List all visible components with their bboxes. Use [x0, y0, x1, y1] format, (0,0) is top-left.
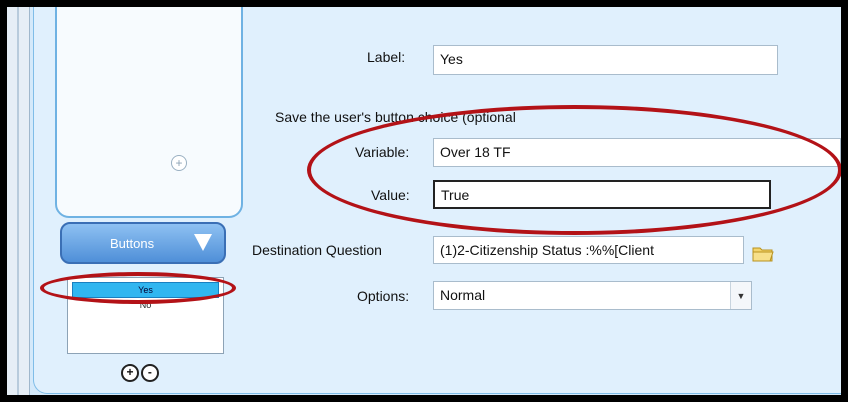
add-button[interactable]: +: [121, 364, 139, 382]
dropdown-arrow-icon[interactable]: ▼: [730, 282, 751, 309]
editor-frame: + Buttons Yes No + - Label: Yes Save the…: [7, 7, 841, 395]
destination-caption: Destination Question: [252, 242, 382, 258]
folder-icon[interactable]: [752, 245, 774, 263]
options-caption: Options:: [357, 288, 410, 304]
highlight-ellipse-yes-item: [40, 272, 236, 304]
options-selected-value: Normal: [440, 287, 486, 303]
label-caption: Label:: [367, 49, 406, 65]
options-select[interactable]: Normal ▼: [433, 281, 752, 310]
chevron-down-icon: [194, 234, 212, 251]
destination-input[interactable]: (1)2-Citizenship Status :%%[Client: [433, 236, 744, 264]
remove-button[interactable]: -: [140, 364, 159, 382]
highlight-ellipse-variable-value: [307, 105, 841, 235]
left-scroll-strip[interactable]: [7, 7, 30, 395]
phone-preview: +: [55, 7, 243, 218]
buttons-section-header[interactable]: Buttons: [60, 222, 226, 264]
label-input[interactable]: Yes: [433, 45, 778, 75]
add-field-icon[interactable]: +: [171, 155, 187, 171]
add-remove-buttons: + -: [121, 363, 159, 382]
buttons-section-title: Buttons: [110, 236, 155, 251]
